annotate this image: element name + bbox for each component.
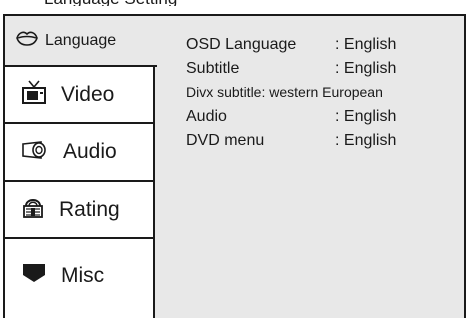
setting-name: Divx subtitle: western European — [186, 84, 383, 100]
lock-icon — [21, 195, 45, 224]
setting-name: Subtitle — [186, 60, 240, 77]
setting-name: DVD menu — [186, 132, 265, 149]
lips-icon — [15, 29, 39, 52]
tab-audio[interactable]: Audio — [5, 124, 155, 182]
tv-icon — [21, 79, 47, 110]
cropped-header: Language Setting — [0, 0, 474, 6]
setting-audio[interactable]: Audio : English — [186, 108, 466, 132]
tab-rating-label: Rating — [59, 197, 120, 221]
setting-dvd-menu[interactable]: DVD menu : English — [186, 132, 466, 156]
tab-rating[interactable]: Rating — [5, 182, 155, 239]
tab-misc[interactable]: Misc — [5, 239, 155, 318]
category-sidebar: Language Video Audio Rating Misc — [5, 16, 157, 318]
osd-setup-menu: Language Video Audio Rating Misc OSD Lan… — [3, 14, 466, 318]
speaker-icon — [21, 140, 49, 165]
tab-audio-label: Audio — [63, 140, 117, 163]
setting-value: : English — [335, 108, 397, 125]
cropped-header-text: Language Setting — [44, 0, 177, 6]
setting-value: : English — [335, 36, 397, 53]
tab-language[interactable]: Language — [5, 16, 157, 67]
tab-language-label: Language — [45, 31, 117, 49]
setting-name: Audio — [186, 108, 227, 125]
tab-misc-label: Misc — [61, 263, 105, 287]
tab-video-label: Video — [61, 82, 115, 106]
setting-value: : English — [335, 60, 397, 77]
misc-icon — [21, 262, 47, 289]
language-settings-list: OSD Language : English Subtitle : Englis… — [186, 36, 466, 156]
setting-divx-subtitle[interactable]: Divx subtitle: western European — [186, 84, 466, 108]
setting-osd-language[interactable]: OSD Language : English — [186, 36, 466, 60]
setting-name: OSD Language — [186, 36, 297, 53]
tab-video[interactable]: Video — [5, 67, 155, 124]
setting-subtitle[interactable]: Subtitle : English — [186, 60, 466, 84]
setting-value: : English — [335, 132, 397, 149]
